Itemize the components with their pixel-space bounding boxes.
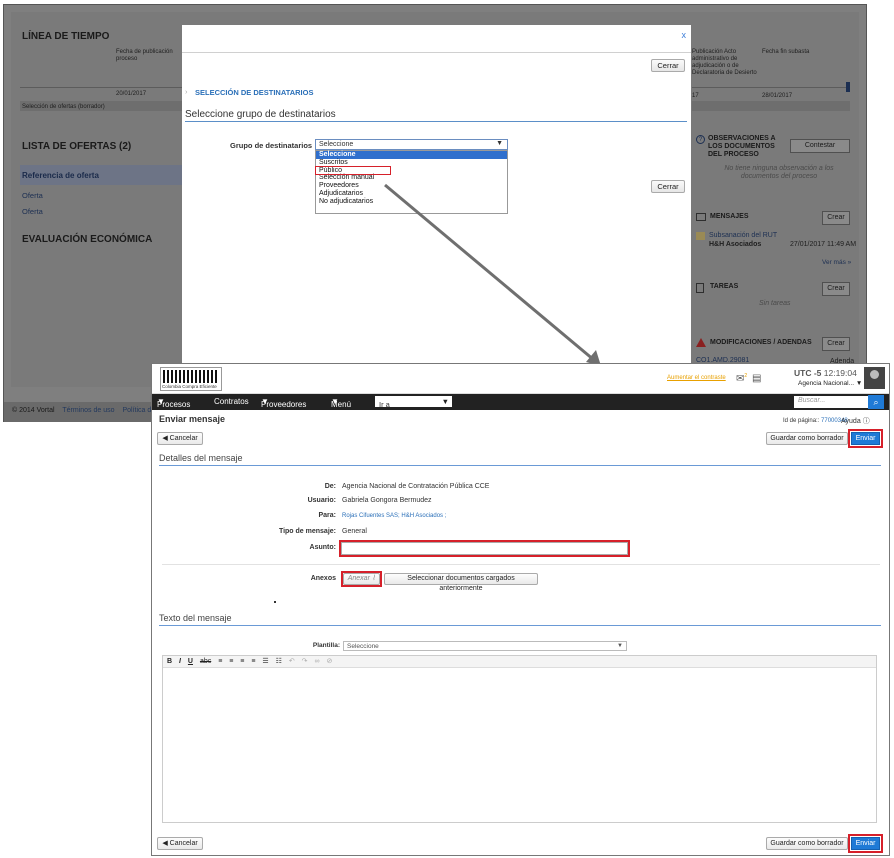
- caret-down-icon: ▼: [855, 380, 863, 387]
- to-value[interactable]: Rojas Cifuentes SAS; H&H Asociados ;: [342, 513, 446, 519]
- dropdown-arrow-icon: ▼: [617, 643, 623, 649]
- logo-caption: Colombia Compra Eficiente: [162, 384, 217, 389]
- message-type-label: Tipo de mensaje:: [278, 528, 336, 535]
- redo-icon[interactable]: ↷: [302, 658, 308, 665]
- goto-select[interactable]: Ir a ▼: [375, 396, 452, 409]
- align-center-icon[interactable]: ≡: [229, 658, 233, 665]
- help-link[interactable]: Ayuda ⓘ: [841, 416, 870, 426]
- increase-contrast-link[interactable]: Aumentar el contraste: [667, 375, 726, 381]
- notification-count: 2: [744, 373, 748, 379]
- undo-icon[interactable]: ↶: [289, 658, 295, 665]
- clock-time: 12:19:04: [823, 368, 857, 378]
- cancel-label: Cancelar: [169, 840, 198, 847]
- search-input[interactable]: Buscar...: [794, 396, 868, 408]
- calendar-icon[interactable]: ▤: [752, 373, 761, 384]
- back-arrow-icon: ◀: [162, 840, 168, 847]
- cancel-label: Cancelar: [169, 435, 198, 442]
- body-rule: [159, 625, 881, 626]
- nav-proveedores-label: Proveedores: [261, 400, 307, 409]
- attachments-label: Anexos: [310, 575, 336, 582]
- bold-icon[interactable]: B: [167, 658, 172, 665]
- nav-contratos[interactable]: Contratos: [214, 397, 249, 406]
- nav-procesos-label: Procesos: [157, 400, 191, 409]
- page-title: Enviar mensaje: [159, 414, 226, 424]
- to-label: Para:: [318, 512, 336, 519]
- subject-label: Asunto:: [309, 544, 336, 551]
- cancel-button[interactable]: ◀ Cancelar: [157, 432, 203, 445]
- numbered-list-icon[interactable]: ☷: [276, 658, 282, 665]
- unlink-icon[interactable]: ⊘: [326, 658, 332, 665]
- main-nav: Procesos ▼ Contratos Proveedores ▼ Menú …: [152, 394, 889, 410]
- search-icon[interactable]: ⌕: [868, 395, 884, 409]
- notifications-icon[interactable]: ✉2: [736, 373, 747, 384]
- template-label: Plantilla:: [312, 642, 340, 649]
- editor-toolbar: B I U abc ≡ ≡ ≡ ≡ ☰ ☷ ↶ ↷ ∞ ⊘: [163, 656, 876, 668]
- highlight-attach: [341, 571, 382, 587]
- nav-proveedores[interactable]: Proveedores ▼: [261, 397, 306, 409]
- help-label: Ayuda: [841, 418, 861, 425]
- back-arrow-icon: ◀: [162, 435, 168, 442]
- details-rule: [159, 465, 881, 466]
- send-message-window: Colombia Compra Eficiente Aumentar el co…: [151, 363, 890, 856]
- cursor-dot: [274, 601, 276, 603]
- select-previous-docs-button[interactable]: Seleccionar documentos cargados anterior…: [384, 573, 538, 592]
- nav-procesos[interactable]: Procesos ▼: [157, 397, 190, 409]
- arrow-line: [384, 183, 595, 362]
- utc-label: UTC -5: [794, 368, 822, 378]
- message-type-value: General: [342, 528, 367, 535]
- agency-name: Agencia Nacional...: [798, 380, 855, 387]
- avatar[interactable]: [864, 367, 885, 389]
- link-icon[interactable]: ∞: [315, 658, 320, 665]
- template-value: Seleccione: [347, 643, 379, 650]
- app-header: Colombia Compra Eficiente Aumentar el co…: [152, 364, 889, 394]
- from-value: Agencia Nacional de Contratación Pública…: [342, 483, 490, 490]
- nav-menu[interactable]: Menú ▼: [331, 397, 351, 409]
- agency-menu[interactable]: Agencia Nacional... ▼: [798, 380, 862, 387]
- from-label: De:: [324, 483, 336, 490]
- user-label: Usuario:: [307, 497, 336, 504]
- barcode-logo-icon: [163, 370, 219, 383]
- user-value: Gabriela Gongora Bermudez: [342, 497, 432, 504]
- align-left-icon[interactable]: ≡: [218, 658, 222, 665]
- help-icon: ⓘ: [862, 418, 870, 425]
- underline-icon[interactable]: U: [188, 658, 193, 665]
- rich-text-editor[interactable]: B I U abc ≡ ≡ ≡ ≡ ☰ ☷ ↶ ↷ ∞ ⊘: [162, 655, 877, 823]
- clock: UTC -5 12:19:04: [794, 368, 857, 378]
- goto-label: Ir a: [379, 400, 390, 409]
- justify-icon[interactable]: ≡: [251, 658, 255, 665]
- highlight-send-bottom: [848, 834, 883, 853]
- align-right-icon[interactable]: ≡: [240, 658, 244, 665]
- italic-icon[interactable]: I: [179, 658, 181, 665]
- highlight-subject: [339, 540, 630, 557]
- cancel-button-bottom[interactable]: ◀ Cancelar: [157, 837, 203, 850]
- logo: Colombia Compra Eficiente: [160, 367, 222, 391]
- strikethrough-icon[interactable]: abc: [200, 658, 211, 665]
- highlight-send-top: [848, 429, 883, 448]
- dropdown-arrow-icon: ▼: [441, 397, 449, 406]
- save-draft-button[interactable]: Guardar como borrador: [766, 432, 848, 445]
- page-id: Id de página:: 77000348: [783, 418, 848, 424]
- template-select[interactable]: Seleccione ▼: [343, 641, 627, 651]
- save-draft-button-bottom[interactable]: Guardar como borrador: [766, 837, 848, 850]
- page-id-label: Id de página::: [783, 418, 820, 424]
- details-section-title: Detalles del mensaje: [159, 453, 243, 463]
- details-divider: [162, 564, 880, 565]
- nav-menu-label: Menú: [331, 400, 352, 409]
- bullet-list-icon[interactable]: ☰: [262, 658, 268, 665]
- body-section-title: Texto del mensaje: [159, 613, 232, 623]
